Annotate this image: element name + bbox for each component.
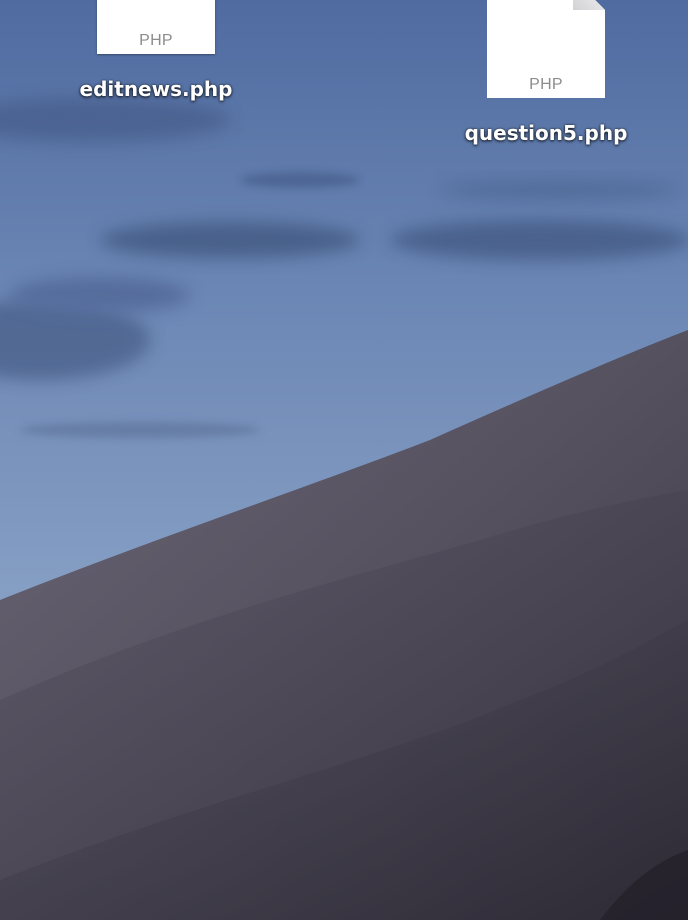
desktop[interactable]: PHP editnews.php PHP question5.php [0, 0, 688, 920]
desktop-file-editnews[interactable]: PHP editnews.php [56, 0, 256, 110]
page-fold-corner [573, 0, 605, 10]
php-document-icon: PHP [97, 0, 215, 54]
file-name-label: editnews.php [79, 77, 233, 101]
desktop-file-question5[interactable]: PHP question5.php [446, 0, 646, 150]
file-name-label: question5.php [464, 121, 628, 145]
file-type-label: PHP [529, 76, 563, 93]
php-document-icon: PHP [487, 0, 605, 98]
file-type-label: PHP [139, 32, 173, 49]
